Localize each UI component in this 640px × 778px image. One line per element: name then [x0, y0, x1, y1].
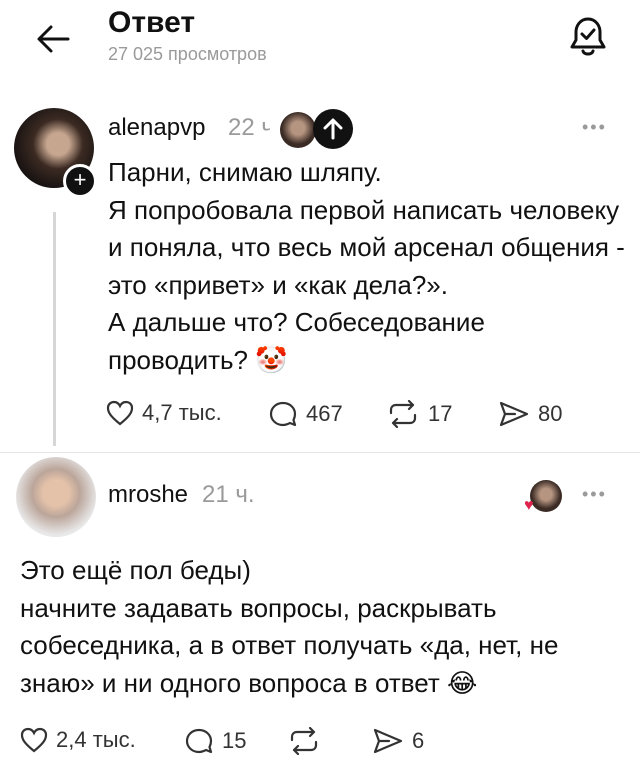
comment-icon	[269, 401, 297, 427]
reply-button[interactable]: 467	[268, 400, 343, 428]
post-text: Это ещё пол беды) начните задавать вопро…	[20, 555, 559, 698]
thread-line	[53, 212, 56, 446]
share-count: 6	[412, 728, 425, 753]
like-button[interactable]: 2,4 тыс.	[20, 727, 136, 753]
post-username[interactable]: mroshe	[108, 481, 188, 509]
more-icon[interactable]: •••	[582, 117, 607, 138]
heart-badge-icon: ♥	[524, 497, 534, 514]
post-username[interactable]: alenapvp	[108, 114, 205, 142]
reply-count: 467	[306, 401, 343, 426]
mini-avatar	[280, 112, 316, 148]
like-count: 2,4 тыс.	[56, 727, 136, 752]
reply-button[interactable]: 15	[184, 727, 246, 755]
avatar[interactable]	[16, 457, 96, 537]
back-arrow-icon[interactable]	[36, 24, 70, 54]
repost-count: 17	[428, 401, 453, 426]
share-button[interactable]: 6	[372, 727, 424, 755]
comment-icon	[185, 728, 213, 754]
divider	[0, 452, 640, 453]
arrow-up-icon	[323, 118, 343, 140]
page-title: Ответ	[108, 6, 196, 39]
send-icon	[499, 401, 529, 427]
more-icon[interactable]: •••	[582, 484, 607, 505]
liked-by-avatar	[530, 480, 562, 512]
share-button[interactable]: 80	[498, 400, 562, 428]
post-time: 21 ч.	[202, 481, 255, 508]
repost-icon	[290, 727, 318, 755]
repost-button[interactable]	[287, 727, 329, 755]
send-icon	[373, 728, 403, 754]
like-button[interactable]: 4,7 тыс.	[106, 400, 222, 426]
repost-icon	[389, 400, 417, 428]
share-count: 80	[538, 401, 563, 426]
reply-count: 15	[222, 728, 247, 753]
heart-icon	[106, 400, 134, 426]
follow-plus-icon[interactable]: +	[63, 164, 97, 198]
views-count: 27 025 просмотров	[108, 44, 267, 64]
repost-button[interactable]: 17	[386, 400, 452, 428]
heart-icon	[20, 727, 48, 753]
bell-check-icon[interactable]	[566, 14, 610, 58]
like-count: 4,7 тыс.	[142, 400, 222, 425]
post-time: 22 ч.	[228, 114, 270, 141]
post-text: Парни, снимаю шляпу. Я попробовала перво…	[108, 157, 625, 375]
scroll-up-button[interactable]	[313, 109, 353, 149]
